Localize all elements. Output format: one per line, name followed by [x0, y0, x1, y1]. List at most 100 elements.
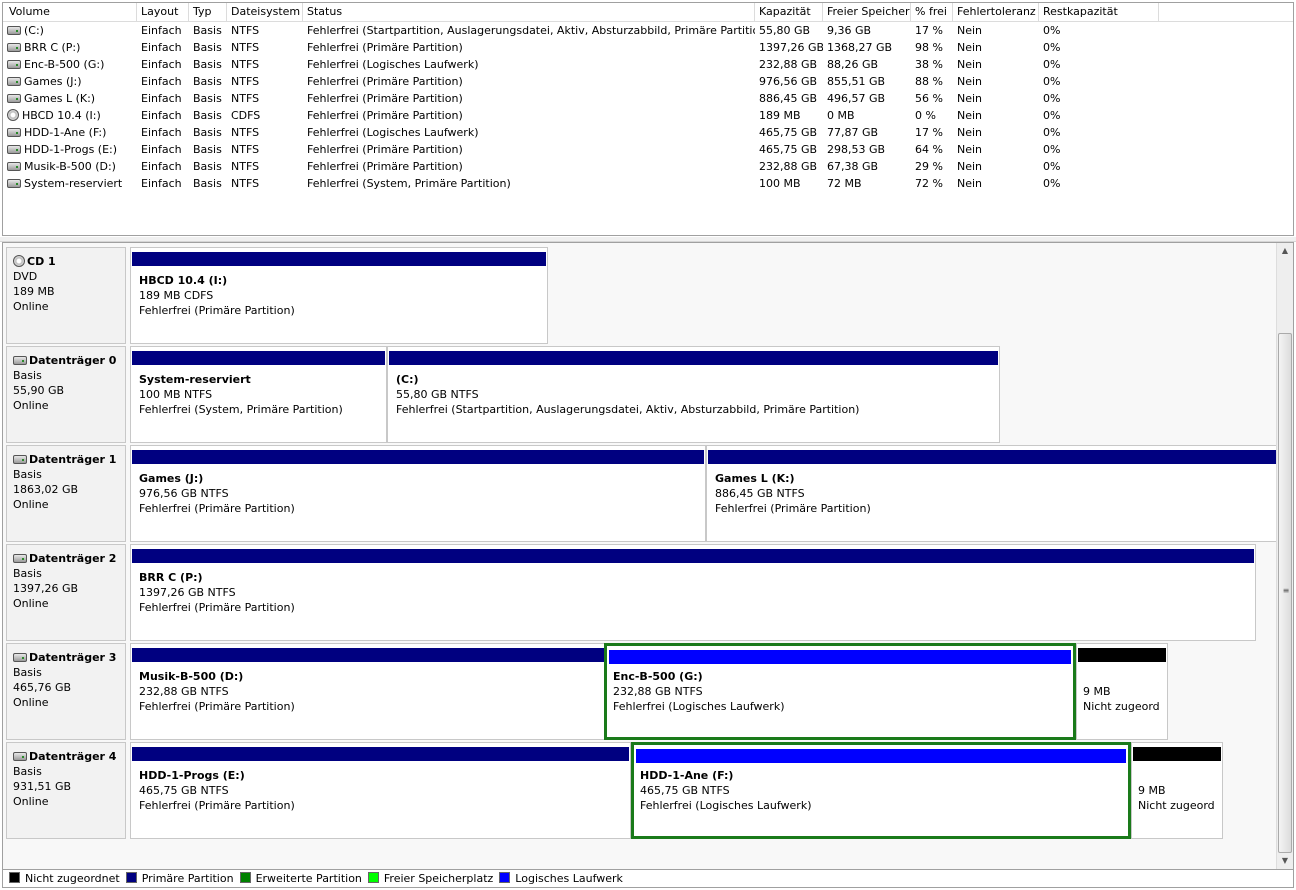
disk-type: Basis [13, 765, 42, 778]
cell-text: 67,38 GB [827, 160, 879, 173]
partition-status: Fehlerfrei (Primäre Partition) [139, 601, 295, 614]
disk-type: Basis [13, 666, 42, 679]
cell-text: 232,88 GB [759, 58, 818, 71]
column-header[interactable]: % frei [911, 3, 953, 21]
table-row[interactable]: Games (J:) Einfach Basis NTFS Fehlerfrei (Pr… [3, 73, 1293, 90]
disk-info[interactable]: CD 1 DVD 189 MB Online [6, 247, 126, 344]
legend-label: Logisches Laufwerk [515, 872, 623, 885]
cell-text: 100 MB [759, 177, 801, 190]
cell-text: Einfach [141, 143, 182, 156]
table-cell: NTFS [231, 141, 303, 158]
partition-block[interactable]: Enc-B-500 (G:) 232,88 GB NTFS Fehlerfrei (… [604, 643, 1076, 740]
table-cell: NTFS [231, 73, 303, 90]
cell-text: Games (J:) [24, 75, 82, 88]
table-row[interactable]: BRR C (P:) Einfach Basis NTFS Fehlerfrei (Pr… [3, 39, 1293, 56]
disk-info[interactable]: Datenträger 4 Basis 931,51 GB Online [6, 742, 126, 839]
partition-block[interactable]: System-reserviert 100 MB NTFS Fehlerfrei (… [130, 346, 387, 443]
disk-info[interactable]: Datenträger 3 Basis 465,76 GB Online [6, 643, 126, 740]
partition-details: 9 MB Nicht zugeord [1136, 761, 1220, 834]
table-cell: Games (J:) [7, 73, 135, 90]
table-cell: Nein [957, 141, 1039, 158]
partition-name: HDD-1-Progs (E:) [139, 769, 245, 782]
cell-text: Nein [957, 58, 983, 71]
partition-block[interactable]: (C:) 55,80 GB NTFS Fehlerfrei (Startpartit… [387, 346, 1000, 443]
table-cell: 976,56 GB [759, 73, 823, 90]
table-cell: 9,36 GB [827, 22, 911, 39]
disk-info[interactable]: Datenträger 1 Basis 1863,02 GB Online [6, 445, 126, 542]
table-cell: 232,88 GB [759, 158, 823, 175]
partition-block[interactable]: Games L (K:) 886,45 GB NTFS Fehlerfrei (Pr… [706, 445, 1278, 542]
table-cell: 0% [1043, 56, 1159, 73]
table-cell: 17 % [915, 124, 953, 141]
column-header[interactable]: Restkapazität [1039, 3, 1159, 21]
column-header[interactable]: Typ [189, 3, 227, 21]
legend-label: Primäre Partition [141, 872, 234, 885]
vertical-scrollbar[interactable]: ▲ ≡ ▼ [1276, 243, 1293, 869]
disk-row: Datenträger 4 Basis 931,51 GB Online HDD-1-P… [6, 742, 1281, 839]
table-cell: BRR C (P:) [7, 39, 135, 56]
disk-size: 465,76 GB [13, 681, 72, 694]
partition-block[interactable]: HDD-1-Progs (E:) 465,75 GB NTFS Fehlerfrei… [130, 742, 631, 839]
partition-block[interactable]: Games (J:) 976,56 GB NTFS Fehlerfrei (Prim… [130, 445, 706, 542]
disk-size: 931,51 GB [13, 780, 72, 793]
disk-info[interactable]: Datenträger 2 Basis 1397,26 GB Online [6, 544, 126, 641]
disk-row: CD 1 DVD 189 MB Online HBCD 10.4 (I:) 189 MB … [6, 247, 1281, 344]
disk-row: Datenträger 3 Basis 465,76 GB Online Musik-B… [6, 643, 1281, 740]
partition-block[interactable]: HDD-1-Ane (F:) 465,75 GB NTFS Fehlerfrei (… [631, 742, 1131, 839]
partition-status: Fehlerfrei (Logisches Laufwerk) [613, 700, 785, 713]
partition-status: Fehlerfrei (Primäre Partition) [139, 502, 295, 515]
table-cell: Einfach [141, 175, 189, 192]
table-cell: 298,53 GB [827, 141, 911, 158]
table-cell: Basis [193, 124, 227, 141]
legend-item: Logisches Laufwerk [499, 870, 623, 887]
table-row[interactable]: System-reserviert Einfach Basis NTFS Fehlerf… [3, 175, 1293, 192]
column-header[interactable]: Volume [5, 3, 137, 21]
table-cell: 0% [1043, 22, 1159, 39]
partition-details: Musik-B-500 (D:) 232,88 GB NTFS Fehlerfrei… [137, 662, 600, 735]
disk-info[interactable]: Datenträger 0 Basis 55,90 GB Online [6, 346, 126, 443]
table-cell: System-reserviert [7, 175, 135, 192]
partition-block[interactable]: Musik-B-500 (D:) 232,88 GB NTFS Fehlerfrei… [130, 643, 607, 740]
table-row[interactable]: HDD-1-Ane (F:) Einfach Basis NTFS Fehlerfrei… [3, 124, 1293, 141]
table-cell: Nein [957, 175, 1039, 192]
partition-block[interactable]: HBCD 10.4 (I:) 189 MB CDFS Fehlerfrei (Pri… [130, 247, 548, 344]
table-cell: Basis [193, 56, 227, 73]
table-cell: Enc-B-500 (G:) [7, 56, 135, 73]
table-row[interactable]: Games L (K:) Einfach Basis NTFS Fehlerfrei (… [3, 90, 1293, 107]
cell-text: Einfach [141, 92, 182, 105]
table-row[interactable]: Musik-B-500 (D:) Einfach Basis NTFS Fehlerfr… [3, 158, 1293, 175]
cell-text: Basis [193, 126, 222, 139]
table-row[interactable]: Enc-B-500 (G:) Einfach Basis NTFS Fehlerfrei… [3, 56, 1293, 73]
table-cell: Basis [193, 39, 227, 56]
disk-name: Datenträger 0 [29, 354, 117, 367]
column-header[interactable]: Fehlertoleranz [953, 3, 1039, 21]
drive-icon [7, 77, 21, 86]
cell-text: 0% [1043, 75, 1061, 88]
column-header[interactable]: Kapazität [755, 3, 823, 21]
table-cell: Einfach [141, 158, 189, 175]
cell-text: Basis [193, 143, 222, 156]
table-cell: Fehlerfrei (Logisches Laufwerk) [307, 124, 755, 141]
disk-status: Online [13, 795, 49, 808]
cell-text: NTFS [231, 24, 260, 37]
cell-text: Fehlerfrei (Primäre Partition) [307, 160, 463, 173]
unallocated-space[interactable]: 9 MB Nicht zugeord [1076, 643, 1168, 740]
table-row[interactable]: (C:) Einfach Basis NTFS Fehlerfrei (Startpar… [3, 22, 1293, 39]
column-header[interactable]: Dateisystem [227, 3, 303, 21]
unallocated-space[interactable]: 9 MB Nicht zugeord [1131, 742, 1223, 839]
scroll-up-arrow-icon[interactable]: ▲ [1277, 243, 1293, 259]
column-header[interactable]: Status [303, 3, 755, 21]
column-header[interactable]: Freier Speicher [823, 3, 911, 21]
partition-status: Nicht zugeord [1083, 700, 1160, 713]
scroll-down-arrow-icon[interactable]: ▼ [1277, 853, 1293, 869]
disk-name: Datenträger 2 [29, 552, 117, 565]
column-header[interactable]: Layout [137, 3, 189, 21]
table-row[interactable]: HBCD 10.4 (I:) Einfach Basis CDFS Fehlerfrei… [3, 107, 1293, 124]
table-cell: CDFS [231, 107, 303, 124]
partition-block[interactable]: BRR C (P:) 1397,26 GB NTFS Fehlerfrei (Pri… [130, 544, 1256, 641]
cell-text: Nein [957, 24, 983, 37]
table-cell: 55,80 GB [759, 22, 823, 39]
drive-icon [7, 162, 21, 171]
table-row[interactable]: HDD-1-Progs (E:) Einfach Basis NTFS Fehlerfr… [3, 141, 1293, 158]
partition-size: 976,56 GB NTFS [139, 487, 229, 500]
